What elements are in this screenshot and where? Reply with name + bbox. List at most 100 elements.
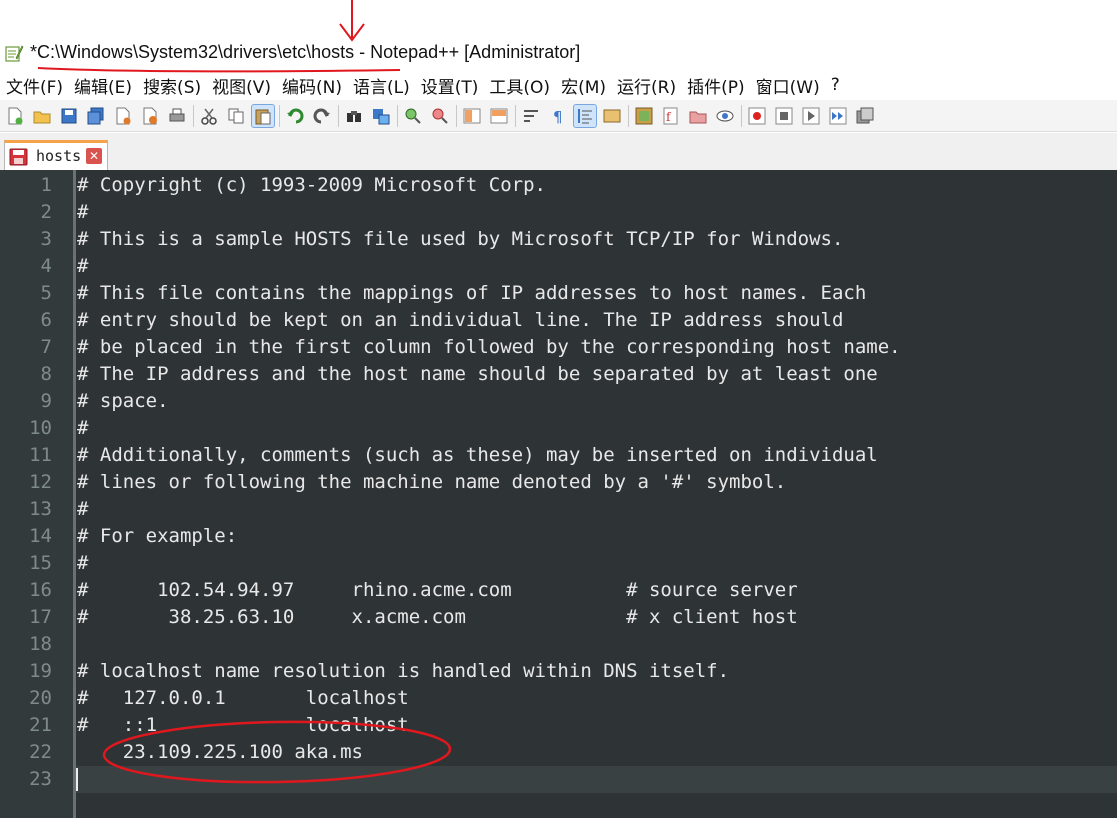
- tab-bar: hosts ✕: [0, 133, 1117, 171]
- code-line[interactable]: # This file contains the mappings of IP …: [76, 280, 866, 307]
- code-line[interactable]: # 102.54.94.97 rhino.acme.com # source s…: [76, 577, 798, 604]
- code-line[interactable]: # 127.0.0.1 localhost: [76, 685, 409, 712]
- cut-icon[interactable]: [198, 105, 220, 127]
- menu-item-6[interactable]: 设置(T): [421, 73, 479, 98]
- line-number: 8: [40, 363, 52, 385]
- line-number: 6: [40, 309, 52, 331]
- code-line[interactable]: # For example:: [76, 523, 237, 550]
- menu-item-11[interactable]: 窗口(W): [756, 73, 820, 98]
- line-number: 23: [29, 768, 52, 790]
- line-number: 19: [29, 660, 52, 682]
- paste-icon[interactable]: [251, 103, 275, 128]
- sync-vertical-icon[interactable]: [461, 105, 483, 127]
- monitoring-icon[interactable]: [714, 105, 736, 127]
- new-file-icon[interactable]: [4, 105, 26, 127]
- zoom-in-icon[interactable]: [402, 105, 424, 127]
- close-tab-icon[interactable]: ✕: [86, 148, 102, 164]
- replace-icon[interactable]: [370, 105, 392, 127]
- menu-item-5[interactable]: 语言(L): [353, 73, 410, 98]
- menu-item-7[interactable]: 工具(O): [489, 73, 550, 98]
- code-line[interactable]: # entry should be kept on an individual …: [76, 307, 843, 334]
- copy-icon[interactable]: [225, 105, 247, 127]
- play-macro-icon[interactable]: [800, 105, 822, 127]
- line-number: 13: [29, 498, 52, 520]
- line-number: 21: [29, 714, 52, 736]
- close-icon[interactable]: [112, 105, 134, 127]
- toolbar-separator: [515, 104, 516, 127]
- unsaved-file-icon: [9, 148, 28, 166]
- menu-item-12[interactable]: ?: [831, 75, 840, 95]
- sync-horizontal-icon[interactable]: [488, 105, 510, 127]
- save-all-icon[interactable]: [85, 105, 107, 127]
- menu-item-4[interactable]: 编码(N): [282, 73, 342, 98]
- code-line[interactable]: # 38.25.63.10 x.acme.com # x client host: [76, 604, 798, 631]
- line-number: 2: [40, 201, 52, 223]
- close-all-icon[interactable]: [139, 105, 161, 127]
- code-line[interactable]: #: [76, 199, 88, 226]
- line-number: 11: [29, 444, 52, 466]
- menu-item-10[interactable]: 插件(P): [687, 73, 745, 98]
- function-list-icon[interactable]: f: [660, 105, 682, 127]
- code-line[interactable]: #: [76, 496, 88, 523]
- menu-item-1[interactable]: 编辑(E): [74, 73, 132, 98]
- document-map-icon[interactable]: [633, 105, 655, 127]
- tab-label: hosts: [36, 147, 82, 165]
- code-line[interactable]: # Copyright (c) 1993-2009 Microsoft Corp…: [76, 172, 546, 199]
- red-down-arrow-icon: [339, 0, 365, 42]
- toolbar-separator: [193, 104, 194, 127]
- zoom-out-icon[interactable]: [429, 105, 451, 127]
- line-number: 17: [29, 606, 52, 628]
- menu-item-2[interactable]: 搜索(S): [143, 73, 201, 98]
- code-line[interactable]: # be placed in the first column followed…: [76, 334, 901, 361]
- code-line[interactable]: # Additionally, comments (such as these)…: [76, 442, 878, 469]
- toolbar-separator: [741, 104, 742, 127]
- toolbar-separator: [456, 104, 457, 127]
- code-line[interactable]: #: [76, 253, 88, 280]
- toolbar-separator: [628, 104, 629, 127]
- indent-guide-icon[interactable]: [573, 103, 597, 128]
- code-line[interactable]: # ::1 localhost: [76, 712, 409, 739]
- redo-icon[interactable]: [311, 105, 333, 127]
- menu-bar: 文件(F) 编辑(E) 搜索(S) 视图(V) 编码(N) 语言(L) 设置(T) 工具(O)…: [0, 70, 1117, 100]
- menu-item-0[interactable]: 文件(F): [6, 73, 63, 98]
- record-macro-icon[interactable]: [746, 105, 768, 127]
- code-line[interactable]: #: [76, 415, 88, 442]
- toolbar-separator: [338, 104, 339, 127]
- print-icon[interactable]: [166, 105, 188, 127]
- toolbar: ¶ f: [0, 100, 1117, 132]
- save-icon[interactable]: [58, 105, 80, 127]
- line-number: 14: [29, 525, 52, 547]
- line-number: 9: [40, 390, 52, 412]
- editor-area[interactable]: 1 # Copyright (c) 1993-2009 Microsoft Cor…: [0, 170, 1117, 818]
- code-line[interactable]: # lines or following the machine name de…: [76, 469, 786, 496]
- menu-item-8[interactable]: 宏(M): [561, 73, 606, 98]
- code-line[interactable]: # space.: [76, 388, 169, 415]
- window-title: *C:\Windows\System32\drivers\etc\hosts -…: [30, 42, 581, 62]
- code-line[interactable]: # This is a sample HOSTS file used by Mi…: [76, 226, 843, 253]
- folder-workspace-icon[interactable]: [687, 105, 709, 127]
- title-bar: *C:\Windows\System32\drivers\etc\hosts -…: [0, 36, 1117, 70]
- user-language-icon[interactable]: [601, 105, 623, 127]
- open-file-icon[interactable]: [31, 105, 53, 127]
- toolbar-separator: [397, 104, 398, 127]
- line-number: 18: [29, 633, 52, 655]
- run-macro-multiple-icon[interactable]: [827, 105, 849, 127]
- current-line-highlight: [76, 766, 1117, 793]
- show-all-chars-icon[interactable]: ¶: [547, 105, 569, 127]
- menu-item-3[interactable]: 视图(V): [212, 73, 271, 98]
- code-line[interactable]: 23.109.225.100 aka.ms: [76, 739, 363, 766]
- code-line[interactable]: # The IP address and the host name shoul…: [76, 361, 878, 388]
- stop-macro-icon[interactable]: [773, 105, 795, 127]
- line-number: 3: [40, 228, 52, 250]
- word-wrap-icon[interactable]: [520, 105, 542, 127]
- undo-icon[interactable]: [284, 105, 306, 127]
- text-caret: [76, 768, 78, 791]
- save-macro-icon[interactable]: [854, 105, 876, 127]
- menu-item-9[interactable]: 运行(R): [617, 73, 676, 98]
- find-icon[interactable]: [343, 105, 365, 127]
- code-line[interactable]: # localhost name resolution is handled w…: [76, 658, 729, 685]
- line-number: 20: [29, 687, 52, 709]
- tab-hosts[interactable]: hosts ✕: [4, 140, 108, 170]
- code-line[interactable]: #: [76, 550, 88, 577]
- notepadpp-app-icon[interactable]: [4, 43, 24, 63]
